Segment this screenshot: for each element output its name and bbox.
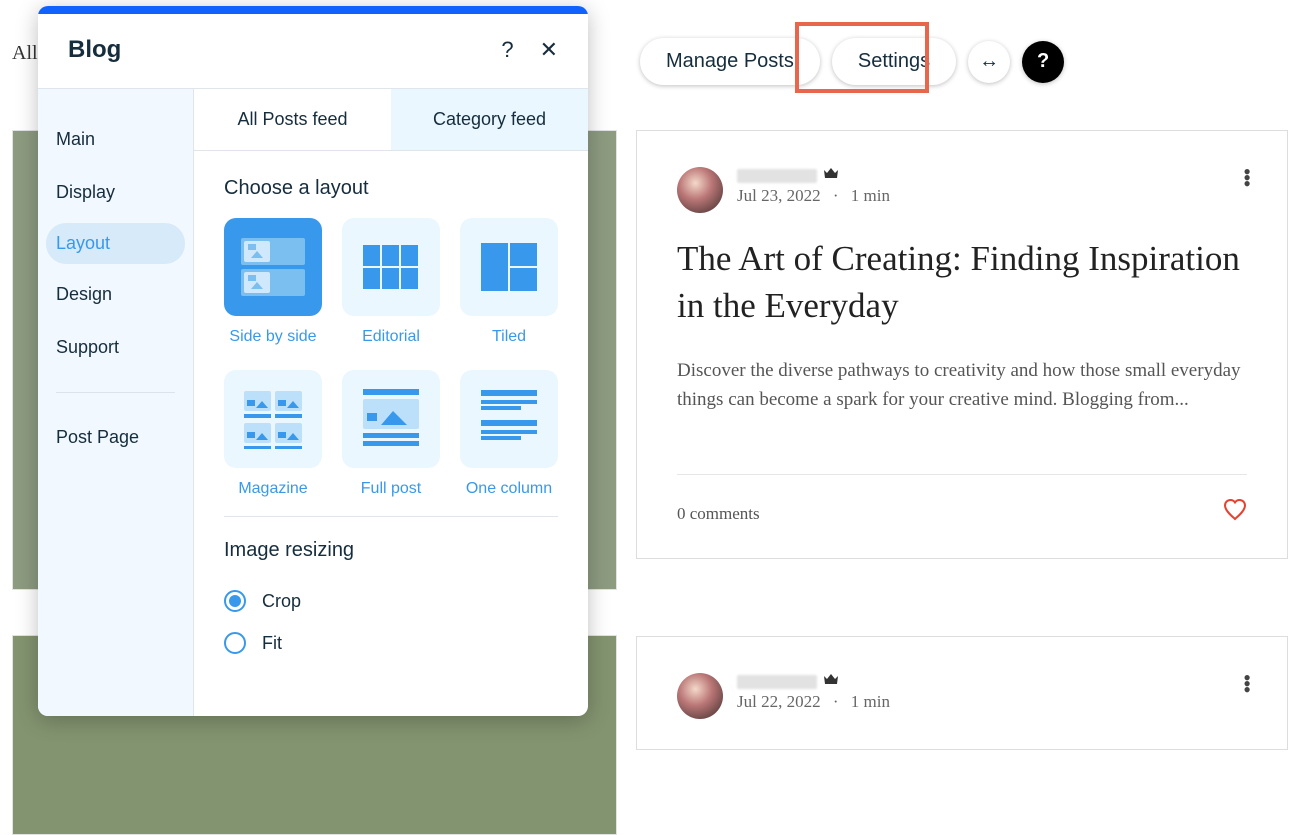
comments-count[interactable]: 0 comments [677,504,760,524]
tab-category-feed[interactable]: Category feed [391,89,588,151]
sidebar-divider [56,392,175,393]
blog-post-card: Jul 23, 2022 · 1 min ••• The Art of Crea… [636,130,1288,559]
post-date: Jul 23, 2022 [737,186,821,205]
post-header: Jul 22, 2022 · 1 min ••• [677,673,1247,719]
layout-option-side-by-side[interactable]: Side by side [224,218,322,360]
post-read-time: 1 min [851,692,890,711]
background-tab-label: All [12,42,38,65]
layout-thumb-side-by-side-icon [224,218,322,316]
panel-title: Blog [68,36,121,64]
radio-icon [224,632,246,654]
layout-thumb-magazine-icon [224,370,322,468]
divider [224,516,558,517]
sidebar-item-main[interactable]: Main [38,117,193,162]
post-date: Jul 22, 2022 [737,692,821,711]
sidebar-item-display[interactable]: Display [38,170,193,215]
radio-icon [224,590,246,612]
radio-fit[interactable]: Fit [224,622,558,664]
avatar [677,167,723,213]
layout-thumb-tiled-icon [460,218,558,316]
settings-button[interactable]: Settings [832,38,956,85]
layout-label: Magazine [238,480,307,498]
question-icon: ? [1037,50,1049,73]
radio-label: Crop [262,591,301,612]
stretch-icon: ↔ [979,50,999,73]
author-name-blurred [737,675,817,689]
layout-label: Editorial [362,328,420,346]
admin-crown-icon [823,673,839,690]
manage-posts-button[interactable]: Manage Posts [640,38,820,85]
blog-post-card: Jul 22, 2022 · 1 min ••• [636,636,1288,750]
author-name-blurred [737,169,817,183]
divider [677,474,1247,475]
layout-options-grid: Side by side [224,218,558,512]
panel-accent-bar [38,6,588,14]
layout-label: Side by side [229,328,316,346]
post-title[interactable]: The Art of Creating: Finding Inspiration… [677,235,1247,330]
layout-option-magazine[interactable]: Magazine [224,370,322,512]
layout-option-tiled[interactable]: Tiled [460,218,558,360]
image-resizing-title: Image resizing [224,539,558,562]
stretch-button[interactable]: ↔ [968,41,1010,83]
editor-toolbar: Manage Posts Settings ↔ ? [640,38,1064,85]
post-meta: Jul 22, 2022 · 1 min [737,692,890,712]
layout-option-editorial[interactable]: Editorial [342,218,440,360]
choose-layout-title: Choose a layout [224,177,558,200]
like-button[interactable] [1223,499,1247,528]
avatar [677,673,723,719]
panel-sidebar: Main Display Layout Design Support Post … [38,89,194,716]
layout-option-full-post[interactable]: Full post [342,370,440,512]
post-excerpt: Discover the diverse pathways to creativ… [677,356,1247,415]
blog-settings-panel: Blog ? ✕ Main Display Layout Design Supp… [38,6,588,716]
sidebar-item-design[interactable]: Design [38,272,193,317]
post-header: Jul 23, 2022 · 1 min ••• [677,167,1247,213]
post-meta: Jul 23, 2022 · 1 min [737,186,890,206]
radio-label: Fit [262,633,282,654]
layout-label: Full post [361,480,421,498]
layout-label: One column [466,480,552,498]
post-options-button[interactable]: ••• [1243,169,1251,187]
admin-crown-icon [823,167,839,184]
post-options-button[interactable]: ••• [1243,675,1251,693]
tab-all-posts-feed[interactable]: All Posts feed [194,89,391,151]
layout-option-one-column[interactable]: One column [460,370,558,512]
panel-close-button[interactable]: ✕ [540,37,558,63]
layout-label: Tiled [492,328,526,346]
sidebar-item-layout[interactable]: Layout [46,223,185,264]
radio-crop[interactable]: Crop [224,580,558,622]
panel-help-button[interactable]: ? [501,37,513,63]
feed-tabs: All Posts feed Category feed [194,89,588,151]
panel-titlebar: Blog ? ✕ [38,14,588,88]
sidebar-item-post-page[interactable]: Post Page [38,415,193,460]
layout-thumb-editorial-icon [342,218,440,316]
sidebar-item-support[interactable]: Support [38,325,193,370]
help-button[interactable]: ? [1022,41,1064,83]
layout-thumb-full-post-icon [342,370,440,468]
post-read-time: 1 min [851,186,890,205]
layout-thumb-one-column-icon [460,370,558,468]
